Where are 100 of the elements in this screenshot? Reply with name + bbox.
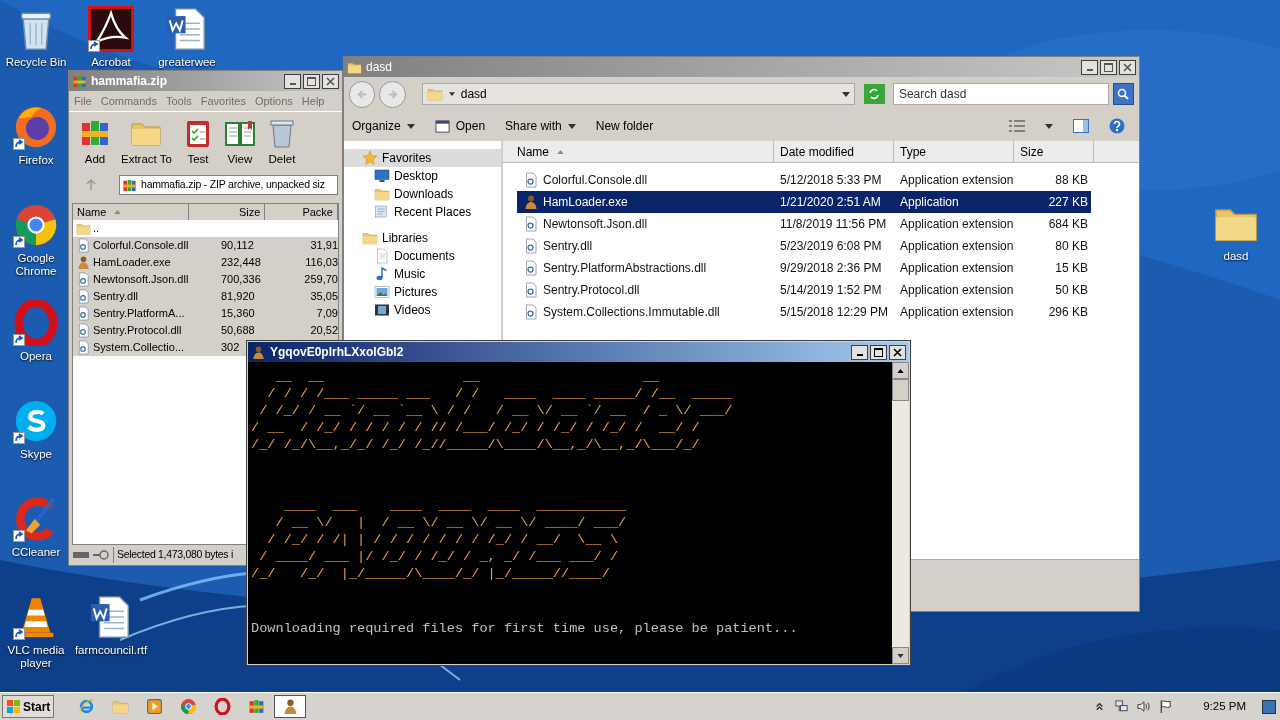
preview-pane-icon <box>1073 119 1089 133</box>
desktop-icon-label[interactable]: Skype <box>20 448 52 461</box>
start-button[interactable]: Start <box>2 695 55 718</box>
search-button[interactable] <box>1112 83 1134 105</box>
folder-icon <box>76 221 91 236</box>
file-row[interactable]: Colorful.Console.dll 5/12/2018 5:33 PM Application extension 88 KB <box>517 169 1091 191</box>
minimize-button[interactable] <box>851 344 868 360</box>
nav-item[interactable]: Libraries <box>344 229 501 247</box>
desktop-icon-label[interactable]: farmcouncil.rtf <box>74 644 148 657</box>
scroll-up-button[interactable] <box>892 362 909 379</box>
menu-item[interactable]: Options <box>254 92 293 110</box>
nav-item[interactable]: Documents <box>344 247 501 265</box>
file-icon <box>76 289 91 304</box>
desktop-icon-label[interactable]: Opera <box>20 350 52 363</box>
minimize-icon <box>289 83 296 85</box>
table-cell[interactable]: Sentry.dll <box>73 288 195 305</box>
toolbar-button[interactable]: Share with <box>505 117 576 135</box>
table-cell[interactable]: .. <box>73 220 102 237</box>
up-arrow-icon <box>85 179 97 191</box>
file-row[interactable]: Sentry.dll 5/23/2019 6:08 PM Application extension 80 KB <box>517 235 1091 257</box>
file-type: Application extension <box>899 282 1014 299</box>
file-icon <box>523 238 539 254</box>
close-icon <box>326 76 335 86</box>
file-row[interactable]: Sentry.Protocol.dll 5/14/2019 1:52 PM Application extension 50 KB <box>517 279 1091 301</box>
date-modified: 9/29/2018 2:36 PM <box>779 260 883 277</box>
desktop-icon-label[interactable]: Acrobat <box>91 56 131 69</box>
desktop-icon-label[interactable]: dasd <box>1223 250 1249 263</box>
file-row[interactable]: HamLoader.exe 1/21/2020 2:51 AM Application 227 KB <box>517 191 1091 213</box>
nav-item[interactable]: Pictures <box>344 283 501 301</box>
close-button[interactable] <box>889 344 906 360</box>
table-cell[interactable]: Sentry.Protocol.dll <box>73 322 195 339</box>
menu-item[interactable]: Commands <box>100 92 157 110</box>
refresh-button[interactable] <box>863 84 885 104</box>
address-text: hammafia.zip - ZIP archive, unpacked siz <box>141 177 325 193</box>
file-size: 90,112 <box>221 238 254 254</box>
toolbar-button[interactable]: Delet <box>265 116 298 168</box>
desktop-icon-label[interactable]: Recycle Bin <box>5 56 67 69</box>
date-modified: 1/21/2020 2:51 AM <box>779 194 882 211</box>
toolbar-button[interactable]: Test <box>181 116 214 168</box>
taskbar-button[interactable] <box>274 695 307 718</box>
table-cell[interactable]: Colorful.Console.dll <box>73 237 195 254</box>
key-icon <box>93 550 109 560</box>
back-icon <box>356 88 368 100</box>
caret-icon <box>567 123 576 129</box>
file-icon <box>523 216 539 232</box>
toolbar-button[interactable]: New folder <box>595 117 654 135</box>
nav-item[interactable]: Recent Places <box>344 203 501 221</box>
tray-button[interactable] <box>1135 698 1152 715</box>
desktop-icon-label[interactable]: VLC media player <box>4 644 68 670</box>
scroll-down-button[interactable] <box>892 647 909 664</box>
file-size: 232,448 <box>221 255 261 271</box>
column-header[interactable]: Name <box>73 204 189 220</box>
nav-item[interactable]: Favorites <box>344 149 501 167</box>
nav-item[interactable]: Videos <box>344 301 501 319</box>
desktop-icon-label[interactable]: CCleaner <box>11 546 61 559</box>
table-cell[interactable]: Newtonsoft.Json.dll <box>73 271 195 288</box>
maximize-button[interactable] <box>1100 59 1117 75</box>
nav-item[interactable]: Desktop <box>344 167 501 185</box>
table-cell[interactable]: System.Collectio... <box>73 339 195 356</box>
column-header[interactable]: Name <box>503 141 774 162</box>
file-row[interactable]: Sentry.PlatformAbstractions.dll 9/29/2018 2:36 PM Application extension 15 KB <box>517 257 1091 279</box>
show-desktop-button[interactable] <box>1262 699 1276 714</box>
column-header[interactable]: Date modified <box>774 141 894 162</box>
close-button[interactable] <box>1119 59 1136 75</box>
maximize-icon <box>307 76 316 86</box>
maximize-button[interactable] <box>303 73 320 89</box>
folder-icon <box>374 186 390 202</box>
date-modified: 5/12/2018 5:33 PM <box>779 172 883 189</box>
column-header[interactable]: Type <box>894 141 1014 162</box>
toolbar-button[interactable]: Add <box>79 116 111 168</box>
file-name: Sentry.Protocol.dll <box>543 282 640 299</box>
desktop-icon-label[interactable]: greaterwee <box>158 56 216 69</box>
toolbar-button[interactable]: Extract To <box>121 116 172 168</box>
menu-item[interactable]: Tools <box>166 92 192 110</box>
date-modified: 5/23/2019 6:08 PM <box>779 238 883 255</box>
minimize-button[interactable] <box>284 73 301 89</box>
search-field[interactable]: Search dasd <box>892 83 1109 105</box>
table-cell[interactable]: HamLoader.exe <box>73 254 195 271</box>
minimize-button[interactable] <box>1081 59 1098 75</box>
file-name: Sentry.PlatformA... <box>93 306 185 322</box>
file-row[interactable]: Newtonsoft.Json.dll 11/8/2019 11:56 PM Application extension 684 KB <box>517 213 1091 235</box>
toolbar-button[interactable]: View <box>223 116 256 168</box>
desktop-icon-label[interactable]: Firefox <box>18 154 54 167</box>
nav-item[interactable]: Downloads <box>344 185 501 203</box>
toolbar-button[interactable]: Organize <box>352 117 415 135</box>
address-field[interactable]: dasd <box>421 83 855 105</box>
file-row[interactable]: System.Collections.Immutable.dll 5/15/2018 12:29 PM Application extension 296 KB <box>517 301 1091 323</box>
clock: 9:25 PM <box>1203 698 1246 714</box>
file-icon <box>76 306 91 321</box>
maximize-button[interactable] <box>870 344 887 360</box>
menu-item[interactable]: Favorites <box>200 92 246 110</box>
table-cell[interactable]: Sentry.PlatformA... <box>73 305 195 322</box>
column-header[interactable]: Size <box>1014 141 1094 162</box>
scroll-thumb[interactable] <box>892 379 909 401</box>
nav-item[interactable]: Music <box>344 265 501 283</box>
drive-icon <box>73 551 89 559</box>
address-text: dasd <box>460 86 488 103</box>
desktop-icon-label[interactable]: Google Chrome <box>4 252 68 278</box>
toolbar-button[interactable]: Open <box>434 117 486 135</box>
close-button[interactable] <box>322 73 339 89</box>
